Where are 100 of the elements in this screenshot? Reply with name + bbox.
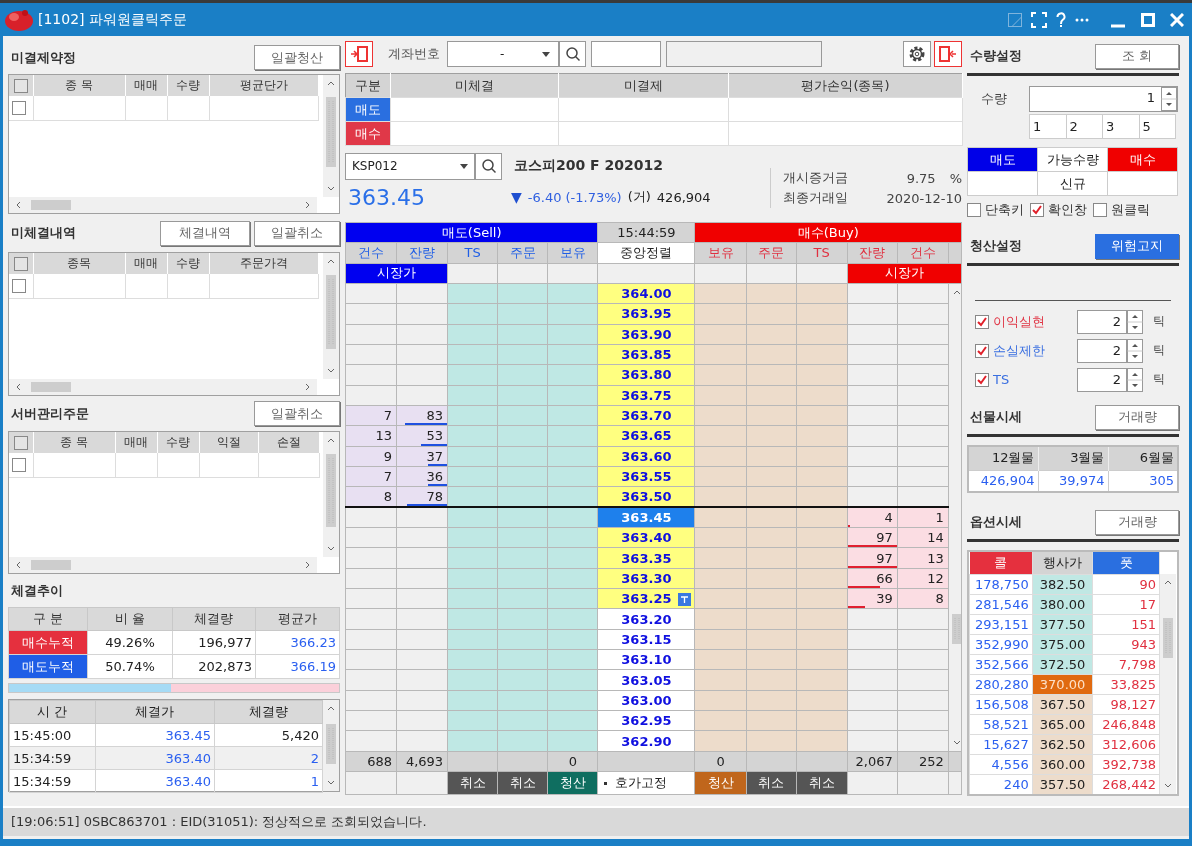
row-label: 매도누적 [8,654,88,679]
column-header: 수량 [157,432,199,453]
checkbox[interactable] [975,343,989,358]
sell-button[interactable]: 매도 [967,147,1038,172]
checkbox[interactable] [13,78,28,93]
table-cell: 293,151 [969,614,1033,634]
action-button[interactable]: 청산 [548,772,597,794]
preset-button[interactable]: 5 [1139,114,1176,139]
volume-button[interactable]: 거래량 [1095,404,1179,430]
column-header: 미결제 [558,73,729,98]
caret-icon [460,163,468,169]
tick-field[interactable]: 2 [1077,367,1127,392]
checkbox[interactable] [13,256,28,271]
column-header: 수량 [167,75,209,96]
table-cell[interactable]: 1 [897,507,949,528]
input-field[interactable] [591,41,661,67]
cancel-all-button[interactable]: 일괄취소 [254,220,340,246]
table-cell[interactable]: 4 [847,507,898,528]
table-cell: 196,977 [172,630,256,655]
table-cell: 4,556 [969,754,1033,774]
panel-toggle-button[interactable] [345,41,373,67]
scrollbar[interactable] [323,700,339,791]
spinner-icon[interactable] [1127,338,1143,363]
more-icon[interactable] [1075,17,1089,22]
section-title: 옵션시세 [969,513,1022,531]
query-button[interactable]: 조 회 [1095,43,1179,69]
column-header[interactable]: 건수 [345,242,397,264]
checkbox[interactable] [975,372,989,387]
rule-label: 이익실현 [993,312,1046,331]
maximize-icon[interactable] [1141,12,1155,27]
table-cell: 363.40 [95,769,215,793]
preset-button[interactable]: 3 [1102,114,1139,139]
buy-button[interactable]: 매수 [1107,147,1178,172]
table-cell: 281,546 [969,594,1033,614]
expand-icon[interactable] [1031,11,1047,28]
spinner-icon[interactable] [1127,309,1143,334]
unit-label: 틱 [1153,342,1165,359]
code-dropdown[interactable]: KSP012 [345,152,475,180]
search-button[interactable] [475,152,502,180]
volume-button[interactable]: 거래량 [1095,509,1179,535]
column-header: 평균가 [255,607,340,631]
scrollbar[interactable] [323,75,339,197]
last-day-label: 최종거래일 [783,189,848,207]
history-button[interactable]: 체결내역 [160,220,250,246]
scrollbar[interactable] [323,432,339,557]
settings-button[interactable] [903,41,931,67]
column-header: 시 간 [9,700,96,724]
panel-toggle-button[interactable] [934,41,962,67]
table-cell: 943 [1093,634,1160,654]
checkbox[interactable] [12,279,26,293]
scrollbar[interactable] [323,253,339,379]
action-button[interactable]: 취소 [498,772,547,794]
input-field[interactable] [666,41,822,67]
action-button[interactable]: 취소 [747,772,796,794]
last-day-value: 2020-12-10 [886,190,962,206]
table-cell[interactable]: 13 [345,425,397,447]
action-button[interactable]: 취소 [797,772,847,794]
column-header: 구 분 [8,607,88,631]
table-cell: 15:45:00 [9,723,96,747]
table-cell[interactable]: 9 [345,446,397,467]
cancel-all-button[interactable]: 일괄취소 [254,401,340,426]
tick-field[interactable]: 2 [1077,338,1127,363]
column-header: 체결량 [172,607,256,631]
checkbox[interactable] [12,101,26,115]
search-button[interactable] [559,41,586,67]
volume-label: (거) [627,188,651,206]
table-cell: 363.45 [95,723,215,747]
spinner-icon[interactable] [1127,367,1143,392]
scrollbar[interactable] [9,557,317,573]
table-cell: 392,738 [1093,754,1160,774]
action-button[interactable]: 청산 [696,772,746,794]
close-icon[interactable] [1170,12,1184,27]
checkbox[interactable] [967,203,981,217]
unit-label: 틱 [1153,371,1165,388]
table-cell[interactable]: 7 [345,466,397,487]
account-dropdown[interactable]: - [447,41,559,67]
checkbox[interactable] [975,314,989,329]
help-icon[interactable] [1056,11,1066,28]
table-cell: 5,420 [214,723,323,747]
settle-all-button[interactable]: 일괄청산 [254,45,340,70]
risk-notice-button[interactable]: 위험고지 [1095,233,1179,259]
tick-field[interactable]: 2 [1077,309,1127,334]
table-cell: 17 [1093,594,1160,614]
window-icon[interactable] [1008,12,1022,27]
checkbox[interactable] [1093,203,1107,217]
checkbox[interactable] [12,458,26,472]
status-message: [19:06:51] 0SBC863701 : EID(31051): 정상적으로 조회되었습니다. [11,813,427,831]
checkbox[interactable] [13,435,28,450]
preset-button[interactable]: 2 [1066,114,1103,139]
table-cell[interactable]: 7 [345,405,397,426]
checkbox[interactable] [1030,203,1044,217]
panel-icon [350,46,368,62]
table-cell: 352,990 [969,634,1033,654]
market-sell-button[interactable]: 시장가 [345,263,448,284]
price-cell[interactable]: 363.45 [597,507,695,528]
action-button[interactable]: 취소 [448,772,497,794]
scrollbar[interactable] [9,379,317,395]
preset-button[interactable]: 1 [1029,114,1066,139]
scrollbar[interactable] [9,197,317,213]
scrollbar[interactable] [1160,574,1176,794]
